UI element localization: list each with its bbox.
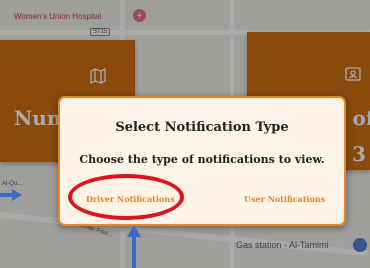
dialog-title: Select Notification Type bbox=[115, 120, 289, 135]
pointer-arrow-bottom-head bbox=[127, 225, 141, 237]
dialog-message: Choose the type of notifications to view… bbox=[79, 153, 325, 166]
pointer-arrow-bottom bbox=[132, 236, 136, 268]
user-notifications-button[interactable]: User Notifications bbox=[244, 194, 325, 204]
pointer-arrow-left-head bbox=[12, 189, 22, 201]
highlight-circle bbox=[68, 174, 184, 220]
